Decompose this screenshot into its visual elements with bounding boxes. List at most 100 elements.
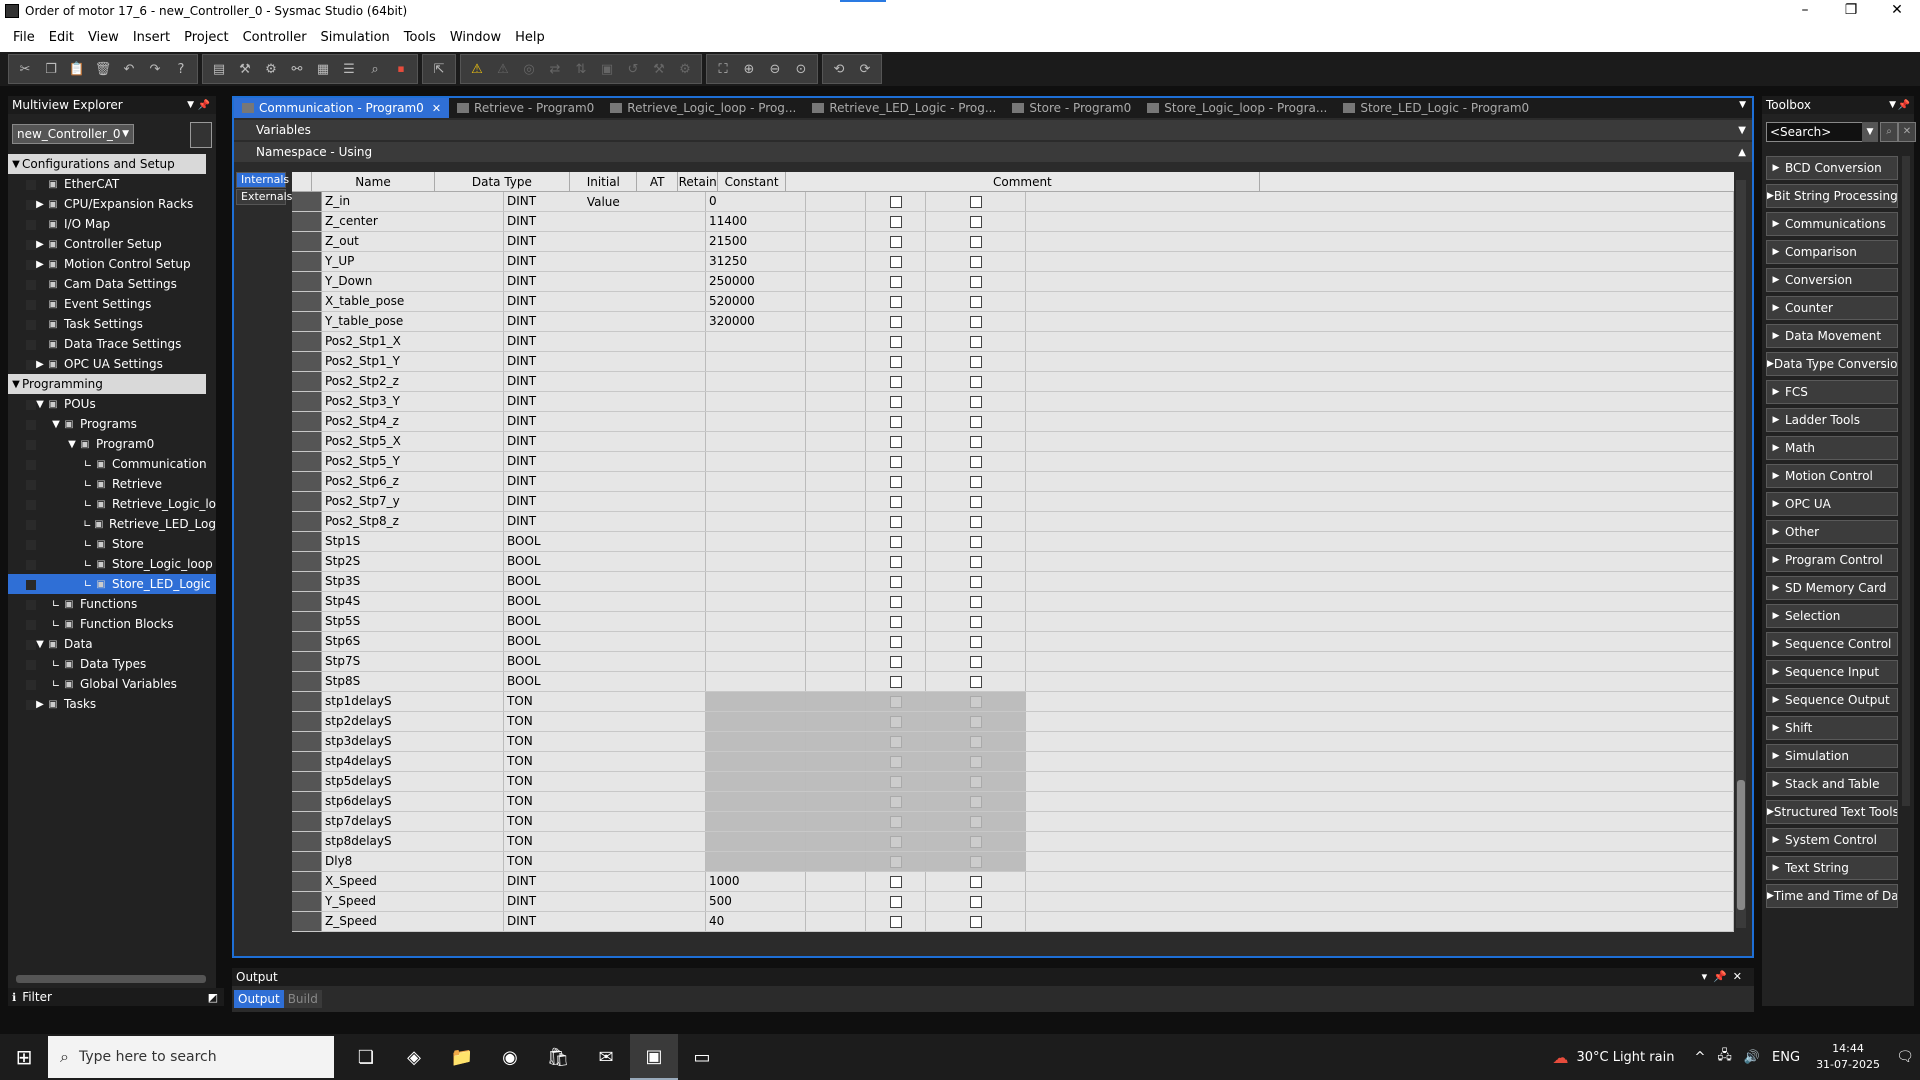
at-cell[interactable]: [806, 432, 866, 451]
toolbox-category-communications[interactable]: ▶ Communications: [1766, 212, 1898, 236]
initial-value-cell[interactable]: [706, 592, 806, 611]
variable-name-cell[interactable]: Y_Speed: [322, 892, 504, 911]
tree-item-data-types[interactable]: ∟ ▣ Data Types: [8, 654, 216, 674]
table-row[interactable]: Stp6S BOOL: [292, 632, 1734, 652]
variable-name-cell[interactable]: stp8delayS: [322, 832, 504, 851]
variable-name-cell[interactable]: Pos2_Stp8_z: [322, 512, 504, 531]
table-row[interactable]: Pos2_Stp7_y DINT: [292, 492, 1734, 512]
variable-name-cell[interactable]: Stp8S: [322, 672, 504, 691]
tab-externals[interactable]: Externals: [236, 189, 292, 205]
retain-checkbox[interactable]: [889, 215, 902, 228]
toolbar-variable-button[interactable]: ☰: [336, 56, 362, 82]
comment-cell[interactable]: [1026, 232, 1734, 251]
toolbox-category-sequence-output[interactable]: ▶ Sequence Output: [1766, 688, 1898, 712]
tree-item-ethercat[interactable]: ▣ EtherCAT: [8, 174, 216, 194]
row-handle[interactable]: [292, 492, 322, 511]
retain-checkbox[interactable]: [889, 655, 902, 668]
constant-checkbox[interactable]: [969, 875, 982, 888]
toolbar-stop-button[interactable]: ⏹: [388, 56, 414, 82]
retain-checkbox[interactable]: [889, 315, 902, 328]
table-row[interactable]: Pos2_Stp8_z DINT: [292, 512, 1734, 532]
tree-item-program0[interactable]: ▼ ▣ Program0: [8, 434, 216, 454]
toolbar-undo-button[interactable]: ↶: [116, 56, 142, 82]
variable-name-cell[interactable]: Dly8: [322, 852, 504, 871]
network-icon[interactable]: 🖧: [1717, 1046, 1732, 1068]
column-header-initial-value[interactable]: Initial Value: [570, 172, 638, 209]
toolbar-nav-forward-button[interactable]: ⟳: [852, 56, 878, 82]
retain-checkbox[interactable]: [889, 375, 902, 388]
data-type-cell[interactable]: BOOL: [504, 632, 706, 651]
column-header-comment[interactable]: Comment: [786, 172, 1261, 191]
initial-value-cell[interactable]: [706, 612, 806, 631]
variable-name-cell[interactable]: Z_in: [322, 192, 504, 211]
row-handle[interactable]: [292, 392, 322, 411]
tree-item-cpu-expansion-racks[interactable]: ▶ ▣ CPU/Expansion Racks: [8, 194, 216, 214]
tree-item-task-settings[interactable]: ▣ Task Settings: [8, 314, 216, 334]
toolbox-category-other[interactable]: ▶ Other: [1766, 520, 1898, 544]
weather-widget[interactable]: ☁ 30°C Light rain: [1552, 1048, 1674, 1067]
row-handle[interactable]: [292, 472, 322, 491]
initial-value-cell[interactable]: [706, 632, 806, 651]
constant-checkbox[interactable]: [969, 455, 982, 468]
variable-name-cell[interactable]: stp7delayS: [322, 812, 504, 831]
constant-checkbox[interactable]: [969, 375, 982, 388]
comment-cell[interactable]: [1026, 752, 1734, 771]
menu-item-file[interactable]: File: [6, 30, 42, 45]
at-cell[interactable]: [806, 292, 866, 311]
toolbox-category-bcd-conversion[interactable]: ▶ BCD Conversion: [1766, 156, 1898, 180]
at-cell[interactable]: [806, 852, 866, 871]
toolbar-help-button[interactable]: ?: [168, 56, 194, 82]
collapse-icon[interactable]: ▼: [66, 439, 78, 450]
toolbar-compare-button[interactable]: ▣: [594, 56, 620, 82]
toolbar-monitor-button[interactable]: ◎: [516, 56, 542, 82]
variable-name-cell[interactable]: stp1delayS: [322, 692, 504, 711]
tab-2[interactable]: Retrieve_Logic_loop - Prog...: [602, 98, 804, 118]
data-type-cell[interactable]: BOOL: [504, 532, 706, 551]
menu-item-insert[interactable]: Insert: [126, 30, 177, 45]
column-header-constant[interactable]: Constant: [718, 172, 786, 191]
variables-header[interactable]: Variables ▼: [234, 120, 1752, 140]
comment-cell[interactable]: [1026, 732, 1734, 751]
comment-cell[interactable]: [1026, 672, 1734, 691]
data-type-cell[interactable]: BOOL: [504, 652, 706, 671]
comment-cell[interactable]: [1026, 312, 1734, 331]
initial-value-cell[interactable]: [706, 572, 806, 591]
volume-icon[interactable]: 🔊: [1744, 1050, 1760, 1065]
comment-cell[interactable]: [1026, 712, 1734, 731]
variable-name-cell[interactable]: X_Speed: [322, 872, 504, 891]
comment-cell[interactable]: [1026, 632, 1734, 651]
data-type-cell[interactable]: DINT: [504, 872, 706, 891]
variable-name-cell[interactable]: Y_table_pose: [322, 312, 504, 331]
row-handle[interactable]: [292, 412, 322, 431]
toolbox-category-program-control[interactable]: ▶ Program Control: [1766, 548, 1898, 572]
at-cell[interactable]: [806, 212, 866, 231]
tree-item-programming[interactable]: ▼ Programming: [8, 374, 206, 394]
comment-cell[interactable]: [1026, 272, 1734, 291]
data-type-cell[interactable]: DINT: [504, 312, 706, 331]
toolbox-category-motion-control[interactable]: ▶ Motion Control: [1766, 464, 1898, 488]
variable-name-cell[interactable]: Y_Down: [322, 272, 504, 291]
collapse-icon[interactable]: ▼: [10, 379, 22, 390]
toolbox-category-system-control[interactable]: ▶ System Control: [1766, 828, 1898, 852]
tree-item-pous[interactable]: ▼ ▣ POUs: [8, 394, 216, 414]
initial-value-cell[interactable]: [706, 532, 806, 551]
toolbar-cross-ref-button[interactable]: ⚯: [284, 56, 310, 82]
table-row[interactable]: Y_Speed DINT 500: [292, 892, 1734, 912]
row-handle[interactable]: [292, 312, 322, 331]
data-type-cell[interactable]: DINT: [504, 412, 706, 431]
comment-cell[interactable]: [1026, 192, 1734, 211]
table-row[interactable]: X_table_pose DINT 520000: [292, 292, 1734, 312]
constant-checkbox[interactable]: [969, 235, 982, 248]
comment-cell[interactable]: [1026, 852, 1734, 871]
row-handle[interactable]: [292, 272, 322, 291]
toolbar-zoom-out-button[interactable]: ⊖: [762, 56, 788, 82]
initial-value-cell[interactable]: 500: [706, 892, 806, 911]
constant-checkbox[interactable]: [969, 495, 982, 508]
tab-5[interactable]: Store_Logic_loop - Progra...: [1139, 98, 1335, 118]
table-row[interactable]: Z_out DINT 21500: [292, 232, 1734, 252]
retain-checkbox[interactable]: [889, 575, 902, 588]
table-row[interactable]: Z_in DINT 0: [292, 192, 1734, 212]
taskbar-app-outlook[interactable]: ✉: [582, 1034, 630, 1080]
variable-name-cell[interactable]: Pos2_Stp6_z: [322, 472, 504, 491]
row-handle[interactable]: [292, 692, 322, 711]
